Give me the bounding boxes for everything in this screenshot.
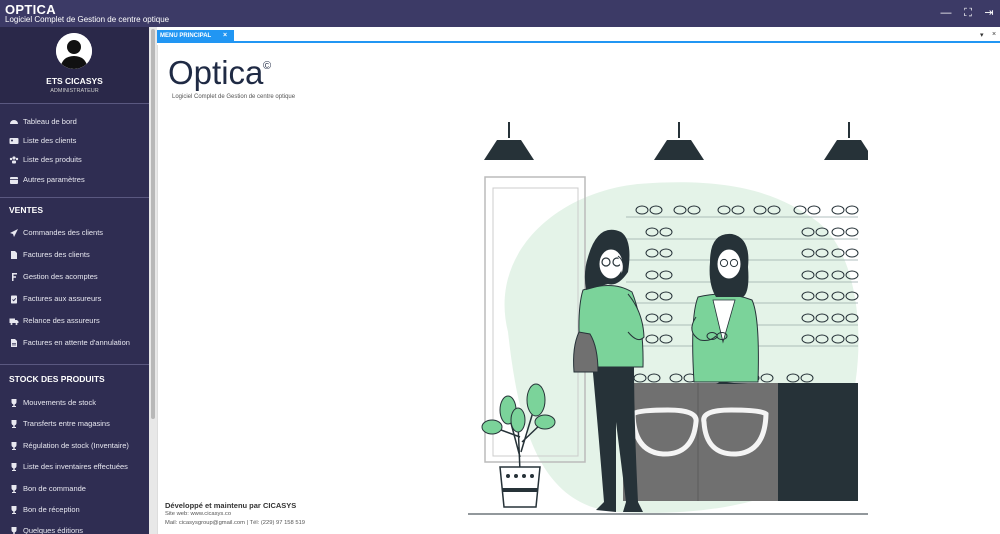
users-icon — [9, 156, 19, 164]
user-name: ETS CICASYS — [46, 76, 103, 86]
tab-menu-icon[interactable]: ▾ — [980, 31, 984, 39]
sidebar-item-transferts-entre-magasins[interactable]: Transferts entre magasins — [0, 416, 149, 434]
send-icon — [10, 229, 18, 237]
sidebar-item-label: Factures aux assureurs — [23, 294, 102, 303]
trophy-icon — [11, 442, 17, 450]
scrollbar-thumb[interactable] — [151, 29, 155, 419]
trophy-icon — [11, 485, 17, 493]
sidebar-item-label: Gestion des acomptes — [23, 272, 98, 281]
divider — [0, 197, 149, 198]
brand-tagline: Logiciel Complet de Gestion de centre op… — [172, 94, 296, 100]
footer-website: Site web: www.cicasys.co — [165, 511, 232, 517]
sidebar-item-label: Liste des inventaires effectuées — [23, 462, 128, 471]
sidebar-scrollbar[interactable] — [149, 27, 157, 534]
franc-icon — [12, 273, 17, 281]
sidebar-item-liste-des-clients[interactable]: Liste des clients — [0, 133, 149, 151]
fullscreen-button[interactable]: ⛶ — [961, 6, 975, 20]
sidebar-item-label: Relance des assureurs — [23, 316, 100, 325]
title-bar: OPTICA Logiciel Complet de Gestion de ce… — [0, 0, 1000, 27]
clipboard-check-icon — [11, 295, 17, 304]
sidebar-item-label: Autres paramètres — [23, 175, 85, 184]
file-icon — [11, 251, 17, 259]
tab-menu-principal[interactable]: MENU PRINCIPAL × — [157, 30, 234, 43]
footer-developer: Développé et maintenu par CICASYS — [165, 501, 297, 510]
sidebar-item-label: Liste des produits — [23, 155, 82, 164]
trophy-icon — [11, 399, 17, 407]
sidebar: ETS CICASYS ADMINISTRATEUR Tableau de bo… — [0, 27, 149, 534]
trophy-icon — [11, 506, 17, 514]
sidebar-item-liste-des-inventaires[interactable]: Liste des inventaires effectuées — [0, 459, 149, 477]
sidebar-item-label: Factures des clients — [23, 250, 90, 259]
app-subtitle: Logiciel Complet de Gestion de centre op… — [5, 15, 170, 24]
sidebar-item-commandes-des-clients[interactable]: Commandes des clients — [0, 225, 149, 243]
divider — [0, 364, 149, 365]
sidebar-item-label: Mouvements de stock — [23, 398, 96, 407]
sidebar-item-bon-de-reception[interactable]: Bon de réception — [0, 502, 149, 520]
tab-strip: MENU PRINCIPAL × ▾ × — [157, 30, 1000, 43]
section-title-stock: STOCK DES PRODUITS — [9, 374, 105, 384]
tab-label: MENU PRINCIPAL — [160, 33, 212, 39]
calendar-icon — [10, 177, 18, 184]
address-card-icon — [9, 138, 19, 144]
sidebar-item-relance-des-assureurs[interactable]: Relance des assureurs — [0, 313, 149, 331]
sidebar-item-bon-de-commande[interactable]: Bon de commande — [0, 481, 149, 499]
tab-close-icon[interactable]: × — [223, 32, 227, 39]
user-role: ADMINISTRATEUR — [50, 88, 99, 94]
sidebar-item-quelques-editions[interactable]: Quelques éditions — [0, 523, 149, 534]
sidebar-item-factures-en-attente[interactable]: Factures en attente d'annulation — [0, 335, 149, 353]
sidebar-item-label: Commandes des clients — [23, 228, 104, 237]
truck-icon — [9, 318, 19, 325]
sidebar-item-label: Bon de commande — [23, 484, 86, 493]
file-text-icon — [11, 339, 17, 347]
sidebar-item-factures-aux-assureurs[interactable]: Factures aux assureurs — [0, 291, 149, 309]
sidebar-item-label: Transferts entre magasins — [23, 419, 110, 428]
tab-strip-close-icon[interactable]: × — [992, 31, 996, 38]
sidebar-item-mouvements-de-stock[interactable]: Mouvements de stock — [0, 395, 149, 413]
avatar[interactable] — [56, 33, 92, 69]
sidebar-item-label: Régulation de stock (Inventaire) — [23, 441, 129, 450]
trophy-icon — [11, 527, 17, 534]
dashboard-icon — [10, 120, 18, 124]
sidebar-item-label: Liste des clients — [23, 136, 77, 145]
footer-contact: Mail: cicasysgroup@gmail.com | Tél: (229… — [165, 520, 306, 526]
sidebar-item-label: Quelques éditions — [23, 526, 84, 534]
user-silhouette-icon — [56, 33, 92, 69]
sidebar-item-tableau-de-bord[interactable]: Tableau de bord — [0, 114, 149, 132]
brand-logo-text: Optica — [168, 54, 264, 91]
sidebar-item-liste-des-produits[interactable]: Liste des produits — [0, 152, 149, 170]
logout-button[interactable]: ⇥ — [982, 6, 996, 20]
user-profile: ETS CICASYS ADMINISTRATEUR — [0, 27, 149, 103]
brand-copyright: © — [263, 60, 272, 72]
section-title-ventes: VENTES — [9, 205, 44, 215]
trophy-icon — [11, 420, 17, 428]
divider — [0, 103, 149, 104]
trophy-icon — [11, 463, 17, 471]
sidebar-item-label: Factures en attente d'annulation — [23, 338, 130, 347]
sidebar-item-factures-des-clients[interactable]: Factures des clients — [0, 247, 149, 265]
optician-shop-illustration — [468, 122, 868, 515]
sidebar-item-label: Bon de réception — [23, 505, 80, 514]
minimize-button[interactable]: — — [939, 6, 953, 20]
sidebar-item-label: Tableau de bord — [23, 117, 77, 126]
sidebar-item-autres-parametres[interactable]: Autres paramètres — [0, 172, 149, 190]
sidebar-item-regulation-de-stock[interactable]: Régulation de stock (Inventaire) — [0, 438, 149, 456]
sidebar-item-gestion-des-acomptes[interactable]: Gestion des acomptes — [0, 269, 149, 287]
main-content: Optica © Logiciel Complet de Gestion de … — [157, 45, 1000, 534]
